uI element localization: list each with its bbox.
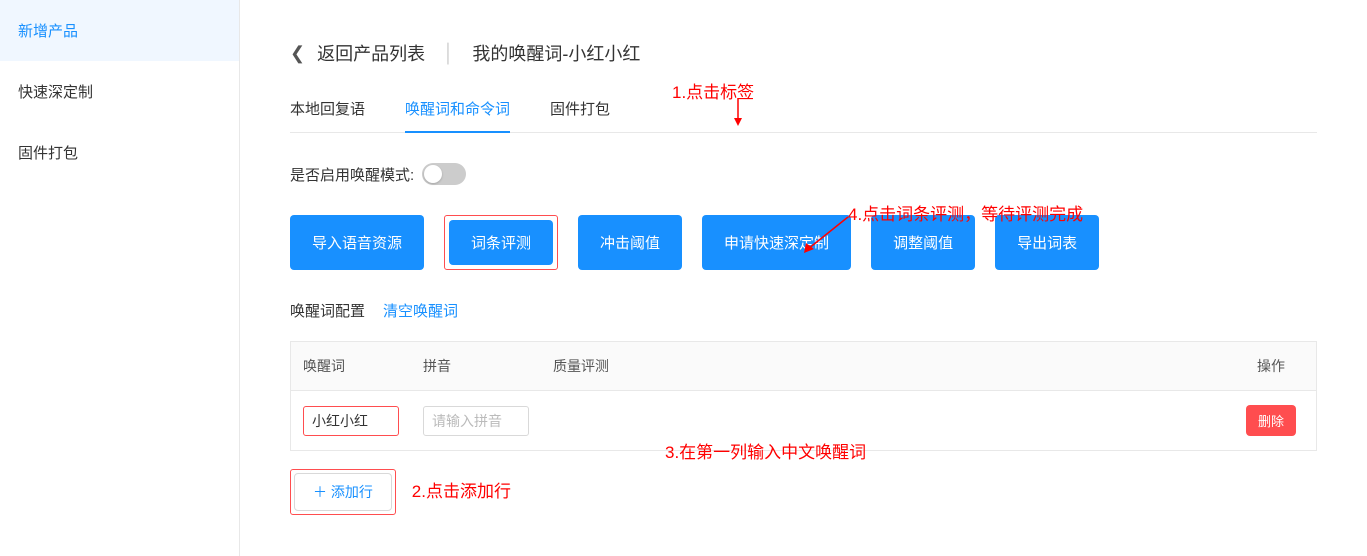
- th-word: 唤醒词: [291, 342, 411, 390]
- highlight-box-addrow: ＋ 添加行: [290, 469, 396, 515]
- sidebar-item-label: 快速深定制: [18, 84, 93, 101]
- sidebar-item-label: 固件打包: [18, 145, 78, 162]
- tab-firmware-pack[interactable]: 固件打包: [550, 86, 610, 133]
- sidebar-item-firmware[interactable]: 固件打包: [0, 122, 239, 183]
- export-button[interactable]: 导出词表: [995, 215, 1099, 270]
- cell-word: [291, 392, 411, 450]
- main-content: ❮ 返回产品列表 │ 我的唤醒词-小红小红 1.点击标签 本地回复语 唤醒词和命…: [240, 0, 1367, 556]
- tab-label: 本地回复语: [290, 101, 365, 118]
- sidebar-item-quick-custom[interactable]: 快速深定制: [0, 61, 239, 122]
- toggle-label: 是否启用唤醒模式:: [290, 164, 414, 185]
- config-row: 唤醒词配置 清空唤醒词: [290, 300, 1317, 321]
- tabs: 本地回复语 唤醒词和命令词 固件打包: [290, 86, 1317, 133]
- divider: │: [443, 43, 454, 64]
- th-action: 操作: [1226, 342, 1316, 390]
- annotation-2: 2.点击添加行: [412, 482, 511, 501]
- th-pinyin: 拼音: [411, 342, 541, 390]
- cell-pinyin: [411, 392, 541, 450]
- wakeword-table: 唤醒词 拼音 质量评测 操作 删除: [290, 341, 1317, 451]
- tab-local-reply[interactable]: 本地回复语: [290, 86, 365, 133]
- page-header: ❮ 返回产品列表 │ 我的唤醒词-小红小红: [290, 40, 1317, 66]
- tab-label: 唤醒词和命令词: [405, 101, 510, 118]
- sidebar: 新增产品 快速深定制 固件打包: [0, 0, 240, 556]
- tab-label: 固件打包: [550, 101, 610, 118]
- cell-quality: [541, 407, 1226, 435]
- table-header: 唤醒词 拼音 质量评测 操作: [291, 342, 1316, 390]
- wakeword-input[interactable]: [303, 406, 399, 436]
- clear-link[interactable]: 清空唤醒词: [383, 300, 458, 321]
- back-link[interactable]: 返回产品列表: [317, 40, 425, 66]
- highlight-box-eval: 词条评测: [444, 215, 558, 270]
- delete-button[interactable]: 删除: [1246, 405, 1296, 436]
- sidebar-item-new-product[interactable]: 新增产品: [0, 0, 239, 61]
- eval-button[interactable]: 词条评测: [449, 220, 553, 265]
- add-row-button[interactable]: ＋ 添加行: [294, 473, 392, 511]
- tab-wakeword-command[interactable]: 唤醒词和命令词: [405, 86, 510, 133]
- th-quality: 质量评测: [541, 342, 1226, 390]
- import-button[interactable]: 导入语音资源: [290, 215, 424, 270]
- apply-custom-button[interactable]: 申请快速深定制: [702, 215, 851, 270]
- table-row: 删除: [291, 390, 1316, 450]
- toggle-row: 是否启用唤醒模式:: [290, 163, 1317, 185]
- config-label: 唤醒词配置: [290, 300, 365, 321]
- back-arrow-icon[interactable]: ❮: [290, 43, 305, 64]
- page-title: 我的唤醒词-小红小红: [472, 40, 640, 66]
- sidebar-item-label: 新增产品: [18, 23, 78, 40]
- cell-action: 删除: [1226, 391, 1316, 450]
- wake-mode-toggle[interactable]: [422, 163, 466, 185]
- add-row-wrap: ＋ 添加行 2.点击添加行: [290, 469, 1317, 515]
- adjust-threshold-button[interactable]: 调整阈值: [871, 215, 975, 270]
- button-row: 导入语音资源 词条评测 冲击阈值 申请快速深定制 调整阈值 导出词表: [290, 215, 1317, 270]
- pinyin-input[interactable]: [423, 406, 529, 436]
- threshold-button[interactable]: 冲击阈值: [578, 215, 682, 270]
